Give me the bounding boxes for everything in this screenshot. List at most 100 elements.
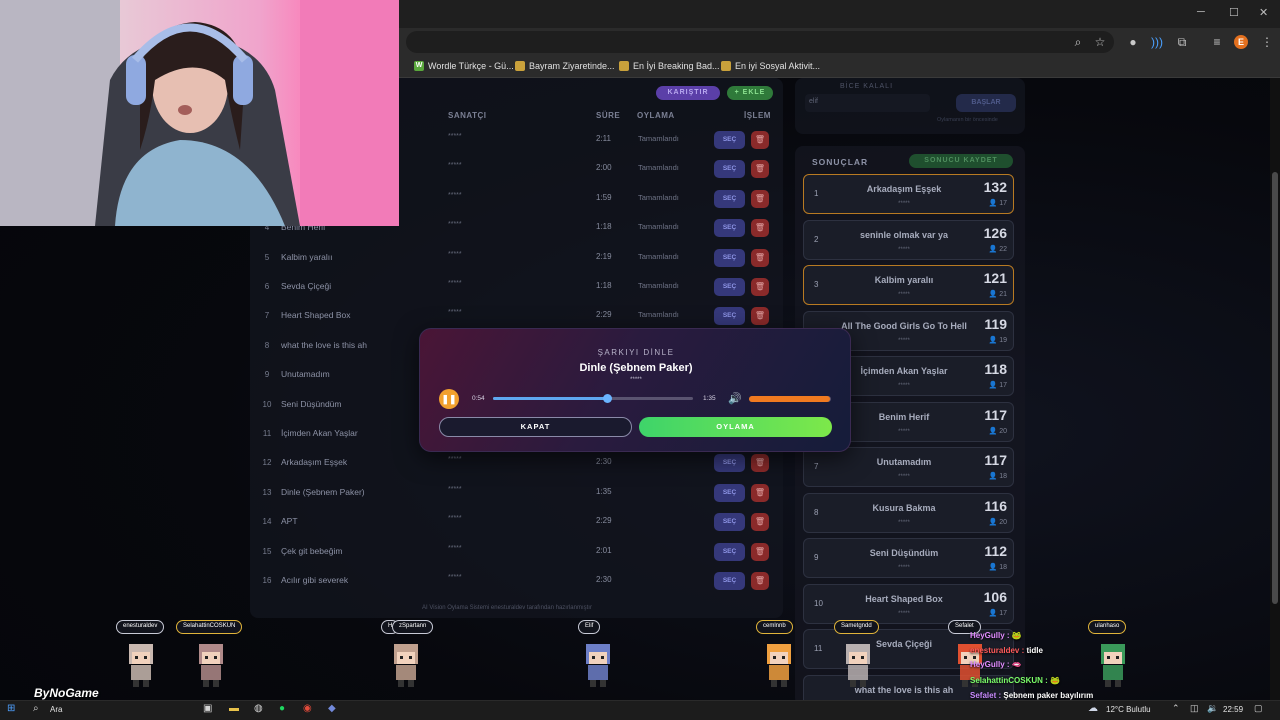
select-song-button[interactable]: SEÇ (714, 454, 745, 472)
shuffle-button[interactable]: KARIŞTIR (656, 86, 720, 100)
extension-icon[interactable]: ● (1126, 35, 1140, 49)
delete-song-button[interactable]: 🗑 (751, 249, 769, 267)
address-bar[interactable] (406, 31, 1114, 53)
select-song-button[interactable]: SEÇ (714, 131, 745, 149)
chrome-icon[interactable]: ◉ (303, 703, 312, 714)
browser-menu-icon[interactable]: ⋮ (1260, 35, 1274, 49)
bookmark-sosyal[interactable]: En iyi Sosyal Aktivit... (721, 61, 820, 71)
scrollbar-thumb[interactable] (1272, 172, 1278, 604)
song-status: Tamamlandı (638, 163, 679, 172)
volume-slider[interactable] (749, 396, 831, 402)
session-input[interactable]: elif (805, 94, 930, 112)
volume-icon[interactable]: 🔊 (728, 392, 742, 405)
bookmark-wordle[interactable]: W Wordle Türkçe - Gü... (414, 61, 514, 71)
weather-text[interactable]: 12°C Bulutlu (1106, 705, 1151, 714)
user-icon: 👤 (988, 473, 1000, 480)
column-header-duration: SÜRE (596, 111, 621, 120)
app-icon[interactable]: ◍ (254, 703, 263, 714)
result-card: 10 Heart Shaped Box ***** 106 👤 17 (803, 584, 1014, 624)
delete-song-button[interactable]: 🗑 (751, 513, 769, 531)
select-song-button[interactable]: SEÇ (714, 249, 745, 267)
select-song-button[interactable]: SEÇ (714, 307, 745, 325)
windows-start-icon[interactable]: ⊞ (7, 703, 15, 714)
select-song-button[interactable]: SEÇ (714, 484, 745, 502)
select-song-button[interactable]: SEÇ (714, 278, 745, 296)
result-card: 2 seninle olmak var ya ***** 126 👤 22 (803, 220, 1014, 260)
song-number: 15 (262, 547, 272, 556)
close-button[interactable]: KAPAT (439, 417, 632, 437)
delete-song-button[interactable]: 🗑 (751, 278, 769, 296)
pixel-character-sprite (119, 640, 163, 690)
delete-song-button[interactable]: 🗑 (751, 572, 769, 590)
spotify-icon[interactable]: ● (279, 703, 285, 714)
song-artist: ***** (448, 309, 462, 316)
trash-icon: 🗑 (754, 194, 766, 203)
add-song-button[interactable]: + EKLE (727, 86, 773, 100)
delete-song-button[interactable]: 🗑 (751, 484, 769, 502)
delete-song-button[interactable]: 🗑 (751, 454, 769, 472)
select-song-button[interactable]: SEÇ (714, 219, 745, 237)
progress-knob[interactable] (603, 394, 612, 403)
song-row: 16 Acılır gibi severek ***** 2:30 SEÇ 🗑 (258, 570, 773, 594)
minimize-icon[interactable]: ─ (1197, 6, 1205, 18)
media-control-icon[interactable]: ≡ (1210, 35, 1224, 49)
clock[interactable]: 22:59 (1223, 705, 1243, 714)
session-hint: Oylamanın bir öncesinde (937, 117, 998, 123)
user-icon: 👤 (988, 337, 1000, 344)
extensions-puzzle-icon[interactable]: ⧉ (1175, 35, 1189, 49)
pause-button[interactable]: ❚❚ (439, 389, 459, 409)
maximize-icon[interactable]: ☐ (1229, 6, 1239, 19)
close-window-icon[interactable]: ✕ (1259, 6, 1268, 19)
result-card: 8 Kusura Bakma ***** 116 👤 20 (803, 493, 1014, 533)
bookmark-bayram[interactable]: Bayram Ziyaretinde... (515, 61, 615, 71)
bookmark-breaking-bad[interactable]: En İyi Breaking Bad... (619, 61, 720, 71)
song-title: Heart Shaped Box (281, 310, 351, 320)
character-name-tag: Sametgndd (834, 620, 879, 634)
taskbar-search[interactable]: Ara (50, 705, 62, 714)
delete-song-button[interactable]: 🗑 (751, 190, 769, 208)
delete-song-button[interactable]: 🗑 (751, 160, 769, 178)
song-title: Arkadaşım Eşşek (281, 457, 348, 467)
webcam-overlay (0, 0, 399, 226)
modal-artist-masked: ***** (630, 377, 642, 383)
save-results-button[interactable]: SONUCU KAYDET (909, 154, 1013, 168)
song-artist: ***** (448, 486, 462, 493)
select-song-button[interactable]: SEÇ (714, 543, 745, 561)
progress-slider[interactable] (493, 394, 693, 403)
result-voters: 👤 17 (989, 609, 1007, 617)
discord-icon[interactable]: ◆ (328, 703, 336, 714)
file-explorer-icon[interactable]: ▬ (229, 703, 239, 714)
delete-song-button[interactable]: 🗑 (751, 131, 769, 149)
select-song-button[interactable]: SEÇ (714, 160, 745, 178)
delete-song-button[interactable]: 🗑 (751, 543, 769, 561)
result-voters: 👤 17 (989, 381, 1007, 389)
pause-icon: ❚❚ (441, 394, 457, 404)
chat-text: tidle (1026, 646, 1043, 655)
song-artist: ***** (448, 456, 462, 463)
result-artist-masked: ***** (898, 474, 910, 480)
song-duration: 2:19 (596, 252, 612, 261)
select-song-button[interactable]: SEÇ (714, 513, 745, 531)
bookmark-star-icon[interactable]: ☆ (1093, 35, 1107, 49)
audio-extension-icon[interactable]: ))) (1150, 35, 1164, 49)
result-title: Benim Herif (878, 412, 930, 422)
start-button[interactable]: BAŞLAR (956, 94, 1016, 112)
volume-tray-icon[interactable]: 🔉 (1207, 703, 1218, 714)
notification-icon[interactable]: ▢ (1254, 703, 1263, 714)
trash-icon: 🗑 (754, 135, 766, 144)
delete-song-button[interactable]: 🗑 (751, 219, 769, 237)
bookmark-label: Wordle Türkçe - Gü... (428, 61, 514, 71)
delete-song-button[interactable]: 🗑 (751, 307, 769, 325)
select-song-button[interactable]: SEÇ (714, 572, 745, 590)
zoom-icon[interactable]: ⌕ (1071, 35, 1085, 49)
select-song-button[interactable]: SEÇ (714, 190, 745, 208)
vote-button[interactable]: OYLAMA (639, 417, 832, 437)
total-time: 1:35 (703, 395, 716, 402)
song-number: 7 (264, 311, 270, 320)
search-icon[interactable]: ⌕ (33, 703, 39, 714)
network-icon[interactable]: ◫ (1190, 703, 1199, 714)
tray-chevron-icon[interactable]: ⌃ (1172, 703, 1180, 714)
profile-avatar[interactable]: E (1234, 35, 1248, 49)
result-score: 106 (983, 589, 1007, 605)
task-view-icon[interactable]: ▣ (203, 703, 212, 714)
